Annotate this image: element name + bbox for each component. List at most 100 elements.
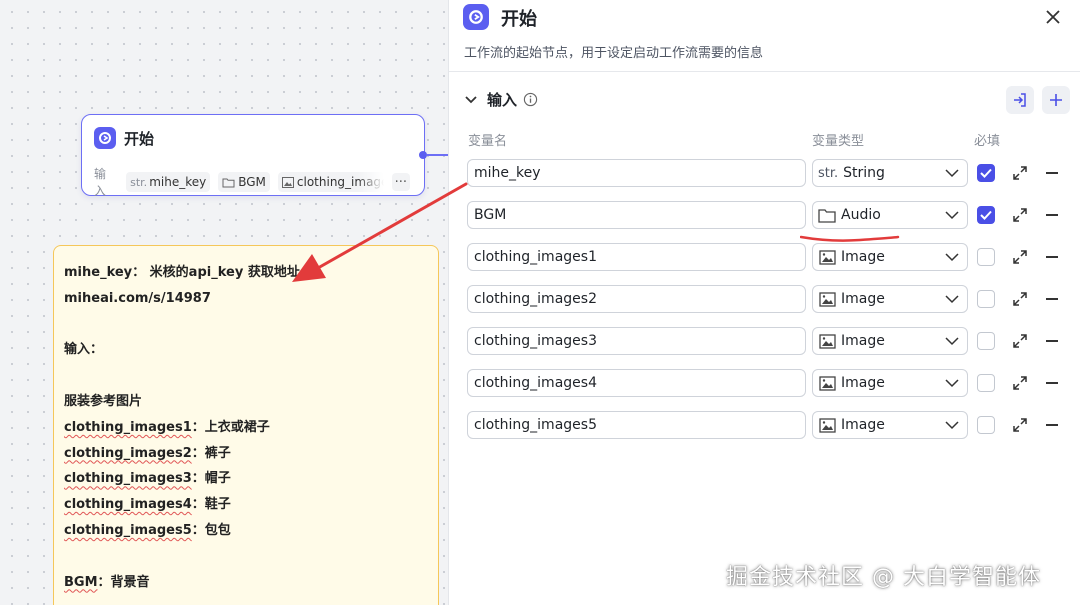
image-icon	[818, 375, 836, 391]
expand-icon[interactable]	[1012, 249, 1028, 265]
note-line: clothing_images1：上衣或裙子	[64, 419, 270, 435]
note-line: mihe_key： 米核的api_key 获取地址	[64, 265, 300, 280]
expand-icon[interactable]	[1012, 333, 1028, 349]
column-header-type: 变量类型	[812, 134, 865, 149]
spellcheck-word: clothing_images3	[64, 471, 192, 487]
node-chip-mihe-key: str. mihe_key	[126, 172, 211, 192]
folder-icon	[222, 178, 235, 187]
spellcheck-word: clothing_images4	[64, 497, 192, 513]
variable-type-select[interactable]: Image	[812, 369, 968, 397]
variable-row: Image	[467, 243, 1067, 271]
remove-variable-icon[interactable]	[1046, 214, 1058, 216]
chevron-down-icon	[945, 337, 959, 346]
variable-row: str. String	[467, 159, 1067, 187]
spellcheck-word: BGM	[64, 574, 98, 590]
image-icon	[818, 291, 836, 307]
chevron-down-icon[interactable]	[465, 95, 477, 104]
chevron-down-icon	[945, 169, 959, 178]
required-checkbox[interactable]	[977, 290, 995, 308]
required-checkbox[interactable]	[977, 248, 995, 266]
image-icon	[818, 333, 836, 349]
variable-type-select[interactable]: Audio	[812, 201, 968, 229]
red-underline-annotation	[800, 235, 900, 242]
note-line: miheai.com/s/14987	[64, 290, 211, 306]
info-icon[interactable]	[523, 92, 538, 107]
close-icon[interactable]	[1042, 6, 1064, 28]
start-node-header: 开始	[94, 127, 154, 149]
variable-type-select[interactable]: Image	[812, 285, 968, 313]
variable-name-input[interactable]	[467, 411, 806, 439]
start-node-edge	[427, 154, 449, 156]
variable-type-select[interactable]: Image	[812, 411, 968, 439]
required-checkbox[interactable]	[977, 416, 995, 434]
note-line: clothing_images2：裤子	[64, 445, 231, 461]
required-checkbox[interactable]	[977, 374, 995, 392]
note-line	[64, 312, 428, 338]
column-header-required: 必填	[974, 134, 1001, 149]
variable-type-select[interactable]: str. String	[812, 159, 968, 187]
import-variable-button[interactable]	[1006, 86, 1034, 114]
variable-name-input[interactable]	[467, 369, 806, 397]
start-node-inputs: 输入 str. mihe_key BGM clothing_images1 ··…	[94, 165, 410, 199]
variable-type-select[interactable]: Image	[812, 243, 968, 271]
variable-row: Image	[467, 285, 1067, 313]
note-card[interactable]: mihe_key： 米核的api_key 获取地址 miheai.com/s/1…	[53, 245, 439, 605]
expand-icon[interactable]	[1012, 165, 1028, 181]
plus-icon	[1050, 94, 1062, 106]
start-node-icon	[94, 127, 116, 149]
spellcheck-word: clothing_images1	[64, 419, 192, 435]
remove-variable-icon[interactable]	[1046, 298, 1058, 300]
spellcheck-word: clothing_images2	[64, 445, 192, 461]
input-section-header[interactable]: 输入	[465, 89, 538, 110]
watermark: 掘金技术社区 @ 大白学智能体	[726, 565, 1041, 590]
variable-type-select[interactable]: Image	[812, 327, 968, 355]
required-checkbox[interactable]	[977, 332, 995, 350]
start-node-panel: 开始 工作流的起始节点，用于设定启动工作流需要的信息 输入 变量名 变量类型 必…	[448, 0, 1080, 605]
variable-name-input[interactable]	[467, 327, 806, 355]
required-checkbox[interactable]	[977, 164, 995, 182]
add-variable-button[interactable]	[1042, 86, 1070, 114]
remove-variable-icon[interactable]	[1046, 340, 1058, 342]
variable-name-input[interactable]	[467, 159, 806, 187]
import-icon	[1014, 93, 1026, 107]
variable-row: Image	[467, 327, 1067, 355]
remove-variable-icon[interactable]	[1046, 424, 1058, 426]
remove-variable-icon[interactable]	[1046, 382, 1058, 384]
node-chip-bgm: BGM	[218, 172, 270, 192]
variable-row: Audio	[467, 201, 1067, 229]
remove-variable-icon[interactable]	[1046, 172, 1058, 174]
note-line: clothing_images5：包包	[64, 522, 231, 538]
str-icon: str.	[130, 175, 148, 189]
image-icon	[281, 176, 294, 188]
remove-variable-icon[interactable]	[1046, 256, 1058, 258]
required-checkbox[interactable]	[977, 206, 995, 224]
panel-title: 开始	[501, 9, 537, 30]
node-more-button[interactable]: ···	[391, 173, 410, 191]
column-header-name: 变量名	[468, 134, 508, 149]
variable-name-input[interactable]	[467, 285, 806, 313]
note-line: 服装参考图片	[64, 393, 143, 409]
expand-icon[interactable]	[1012, 291, 1028, 307]
expand-icon[interactable]	[1012, 375, 1028, 391]
start-node-title: 开始	[124, 129, 155, 148]
expand-icon[interactable]	[1012, 417, 1028, 433]
variable-row: Image	[467, 411, 1067, 439]
variable-name-input[interactable]	[467, 201, 806, 229]
start-node-output-port[interactable]	[419, 151, 427, 159]
variable-name-input[interactable]	[467, 243, 806, 271]
chevron-down-icon	[945, 211, 959, 220]
start-node-inputs-label: 输入	[94, 167, 107, 198]
panel-divider	[449, 71, 1080, 72]
input-section-title: 输入	[487, 91, 518, 109]
node-chip-clothing-images: clothing_images1	[277, 172, 384, 192]
chevron-down-icon	[945, 421, 959, 430]
panel-description: 工作流的起始节点，用于设定启动工作流需要的信息	[464, 46, 764, 61]
check-icon	[980, 168, 992, 178]
note-line: BGM：背景音	[64, 574, 150, 590]
start-node-card[interactable]: 开始 输入 str. mihe_key BGM clothing_images1…	[81, 114, 425, 199]
note-line	[64, 363, 428, 389]
expand-icon[interactable]	[1012, 207, 1028, 223]
image-icon	[818, 249, 836, 265]
image-icon	[818, 417, 836, 433]
spellcheck-word: clothing_images5	[64, 522, 192, 538]
